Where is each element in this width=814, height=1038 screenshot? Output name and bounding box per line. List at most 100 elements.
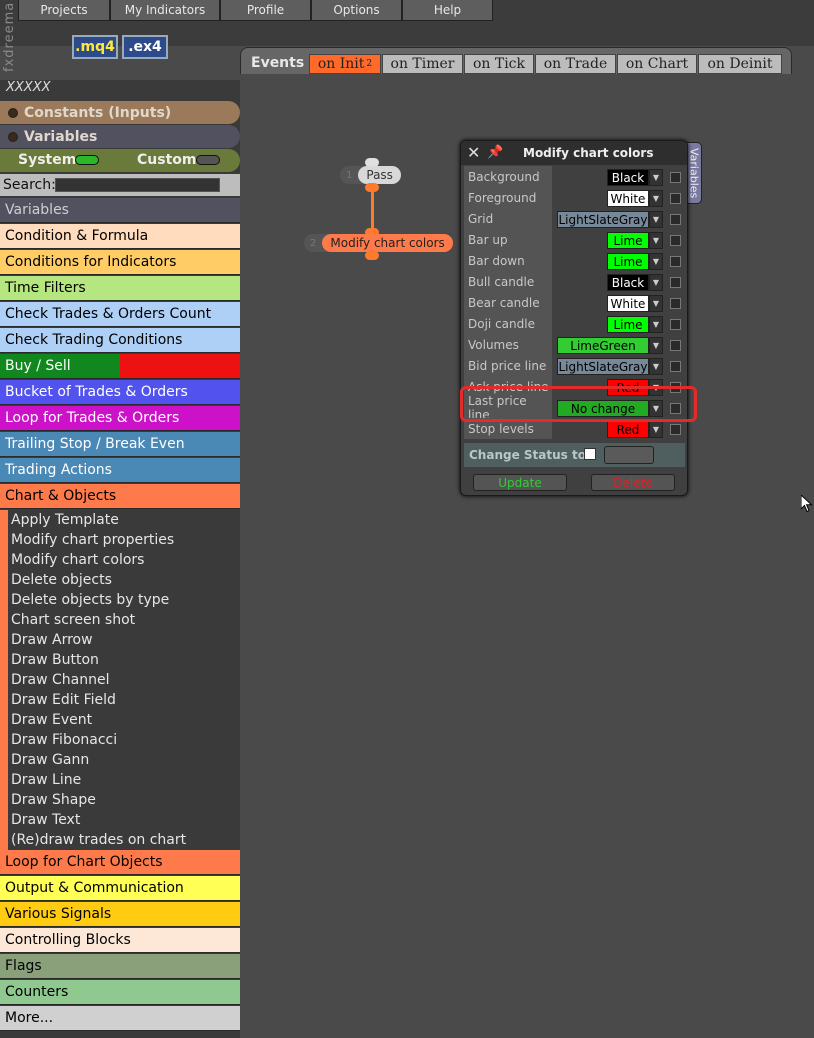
menu-my-indicators[interactable]: My Indicators [110,0,220,21]
chevron-down-icon[interactable]: ▼ [649,295,663,312]
parameter-checkbox[interactable] [670,340,681,351]
node-modify-chart-colors[interactable]: 2 Modify chart colors [304,234,453,252]
node-output-knob[interactable] [365,183,379,192]
block-draw-line[interactable]: Draw Line [8,770,240,790]
category-bucket-trades-orders[interactable]: Bucket of Trades & Orders [0,380,240,405]
category-conditions-indicators[interactable]: Conditions for Indicators [0,250,240,275]
variables-button[interactable]: Variables [0,125,240,148]
parameter-checkbox[interactable] [670,424,681,435]
category-chart-objects[interactable]: Chart & Objects [0,484,240,509]
category-output-communication[interactable]: Output & Communication [0,876,240,901]
category-controlling-blocks[interactable]: Controlling Blocks [0,928,240,953]
color-value-select[interactable]: LightSlateGray [557,211,649,228]
color-value-select[interactable]: LightSlateGray [557,358,649,375]
tab-on-chart[interactable]: on Chart [617,54,697,74]
chevron-down-icon[interactable]: ▼ [649,211,663,228]
block-chart-screen-shot[interactable]: Chart screen shot [8,610,240,630]
block-redraw-trades[interactable]: (Re)draw trades on chart [8,830,240,850]
search-input[interactable] [55,178,220,192]
parameter-checkbox[interactable] [670,214,681,225]
node-pass[interactable]: 1 Pass [340,166,401,184]
events-label: Events [251,55,305,71]
chevron-down-icon[interactable]: ▼ [649,274,663,291]
chevron-down-icon[interactable]: ▼ [649,169,663,186]
block-draw-event[interactable]: Draw Event [8,710,240,730]
chevron-down-icon[interactable]: ▼ [649,190,663,207]
menu-projects[interactable]: Projects [18,0,110,21]
change-status-checkbox[interactable] [584,448,596,460]
block-draw-edit-field[interactable]: Draw Edit Field [8,690,240,710]
category-variables[interactable]: Variables [0,198,240,223]
download-mq4-button[interactable]: .mq4 [72,35,118,59]
block-draw-text[interactable]: Draw Text [8,810,240,830]
menu-options[interactable]: Options [311,0,402,21]
custom-toggle[interactable] [196,155,220,165]
block-delete-objects[interactable]: Delete objects [8,570,240,590]
chevron-down-icon[interactable]: ▼ [649,232,663,249]
category-buy-sell[interactable]: Buy / Sell [0,354,240,379]
events-tab-bar: Events on Init 2 on Timer on Tick on Trad… [240,47,792,74]
tab-on-tick[interactable]: on Tick [464,54,534,74]
block-draw-arrow[interactable]: Draw Arrow [8,630,240,650]
block-draw-channel[interactable]: Draw Channel [8,670,240,690]
chevron-down-icon[interactable]: ▼ [649,316,663,333]
chevron-down-icon[interactable]: ▼ [649,253,663,270]
color-value-select[interactable]: Lime [607,232,649,249]
parameter-checkbox[interactable] [670,298,681,309]
parameter-checkbox[interactable] [670,172,681,183]
menu-help[interactable]: Help [402,0,493,21]
category-loop-trades-orders[interactable]: Loop for Trades & Orders [0,406,240,431]
block-modify-chart-properties[interactable]: Modify chart properties [8,530,240,550]
block-draw-gann[interactable]: Draw Gann [8,750,240,770]
block-draw-shape[interactable]: Draw Shape [8,790,240,810]
color-value-select[interactable]: Red [607,421,649,438]
category-check-trading-conditions[interactable]: Check Trading Conditions [0,328,240,353]
color-value-select[interactable]: LimeGreen [557,337,649,354]
pin-icon[interactable]: 📌 [487,145,503,161]
tab-on-timer[interactable]: on Timer [382,54,463,74]
change-status-field[interactable] [604,446,654,464]
chevron-down-icon[interactable]: ▼ [649,358,663,375]
parameter-checkbox[interactable] [670,256,681,267]
block-delete-objects-by-type[interactable]: Delete objects by type [8,590,240,610]
color-value-select[interactable]: Black [607,169,649,186]
category-time-filters[interactable]: Time Filters [0,276,240,301]
color-value-select[interactable]: White [607,295,649,312]
parameter-checkbox[interactable] [670,361,681,372]
category-counters[interactable]: Counters [0,980,240,1005]
parameter-checkbox[interactable] [670,319,681,330]
system-toggle[interactable] [75,155,99,165]
category-trailing-stop-break-even[interactable]: Trailing Stop / Break Even [0,432,240,457]
update-button[interactable]: Update [473,474,567,491]
delete-button[interactable]: Delete [591,474,675,491]
block-modify-chart-colors[interactable]: Modify chart colors [8,550,240,570]
block-draw-button[interactable]: Draw Button [8,650,240,670]
chevron-down-icon[interactable]: ▼ [649,337,663,354]
parameter-checkbox[interactable] [670,277,681,288]
close-icon[interactable]: ✕ [467,145,481,161]
tab-on-deinit[interactable]: on Deinit [698,54,782,74]
node-output-knob[interactable] [365,251,379,260]
category-flags[interactable]: Flags [0,954,240,979]
menu-profile[interactable]: Profile [220,0,311,21]
variables-side-tab[interactable]: Variables [686,142,702,204]
chevron-down-icon[interactable]: ▼ [649,421,663,438]
color-value-select[interactable]: Lime [607,316,649,333]
category-trading-actions[interactable]: Trading Actions [0,458,240,483]
download-ex4-button[interactable]: .ex4 [122,35,168,59]
parameter-checkbox[interactable] [670,235,681,246]
category-check-trades-orders-count[interactable]: Check Trades & Orders Count [0,302,240,327]
parameter-checkbox[interactable] [670,193,681,204]
block-draw-fibonacci[interactable]: Draw Fibonacci [8,730,240,750]
color-value-select[interactable]: Black [607,274,649,291]
tab-on-trade[interactable]: on Trade [535,54,616,74]
category-condition-formula[interactable]: Condition & Formula [0,224,240,249]
color-value-select[interactable]: White [607,190,649,207]
category-more[interactable]: More... [0,1006,240,1031]
category-various-signals[interactable]: Various Signals [0,902,240,927]
constants-inputs-button[interactable]: Constants (Inputs) [0,101,240,124]
color-value-select[interactable]: Lime [607,253,649,270]
block-apply-template[interactable]: Apply Template [8,510,240,530]
tab-on-init[interactable]: on Init 2 [309,54,381,74]
category-loop-chart-objects[interactable]: Loop for Chart Objects [0,850,240,875]
